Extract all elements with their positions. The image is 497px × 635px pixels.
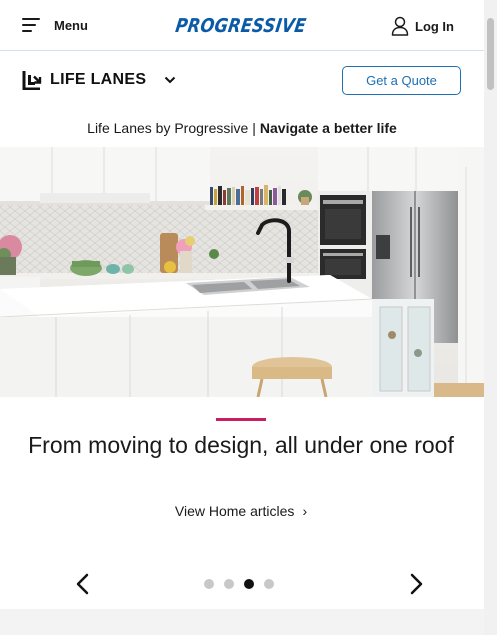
menu-button[interactable]: Menu	[22, 14, 88, 36]
next-section-band	[0, 609, 484, 635]
carousel-dot[interactable]	[264, 579, 274, 589]
carousel-dot[interactable]	[204, 579, 214, 589]
top-header: Menu PROGRESSIVE Log In	[0, 0, 484, 51]
section-selector[interactable]: LIFE LANES	[22, 68, 176, 92]
scrollbar-thumb[interactable]	[487, 18, 494, 90]
page: Menu PROGRESSIVE Log In LIFE LANES Get a…	[0, 0, 497, 635]
article-headline: From moving to design, all under one roo…	[28, 432, 454, 458]
hamburger-icon	[22, 18, 40, 32]
progressive-logo[interactable]: PROGRESSIVE	[172, 13, 310, 39]
view-link-label: View Home articles	[174, 503, 295, 519]
hero-image-kitchen	[0, 147, 484, 397]
life-lanes-icon	[22, 71, 42, 90]
accent-bar	[216, 418, 266, 421]
login-label: Log In	[415, 18, 454, 34]
user-icon	[391, 16, 409, 36]
chevron-right-small-icon: ›	[302, 503, 308, 519]
chevron-down-icon	[165, 76, 176, 84]
menu-label: Menu	[54, 17, 88, 33]
section-name: LIFE LANES	[50, 71, 147, 88]
carousel-dots	[204, 579, 274, 589]
carousel-next-button[interactable]	[406, 573, 426, 595]
login-button[interactable]: Log In	[391, 15, 454, 37]
get-a-quote-button[interactable]: Get a Quote	[342, 66, 461, 95]
carousel-dot[interactable]	[244, 579, 254, 589]
chevron-left-icon	[76, 573, 89, 595]
carousel-dot[interactable]	[224, 579, 234, 589]
carousel-prev-button[interactable]	[73, 573, 93, 595]
brand-wordmark: PROGRESSIVE	[174, 15, 308, 37]
page-scrollbar[interactable]	[484, 0, 497, 635]
view-home-articles-link[interactable]: View Home articles ›	[0, 503, 482, 519]
tagline-prefix: Life Lanes by Progressive	[87, 120, 249, 136]
chevron-right-icon	[410, 573, 423, 595]
tagline-separator: |	[252, 120, 256, 136]
tagline-emphasis: Navigate a better life	[259, 120, 397, 136]
tagline: Life Lanes by Progressive | Navigate a bet…	[0, 120, 484, 136]
